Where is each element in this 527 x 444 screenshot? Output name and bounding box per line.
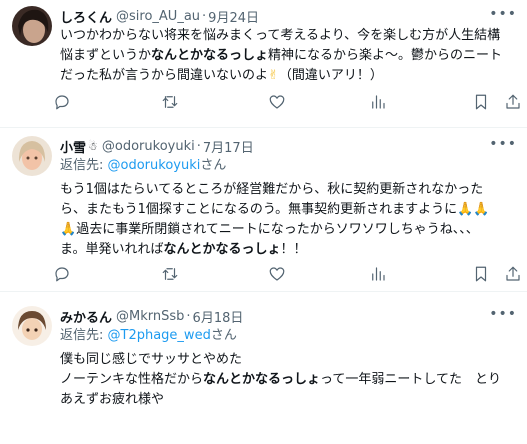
reply-context: 返信先: @odorukoyukiさん bbox=[60, 158, 227, 173]
text-line: 僕も同じ感じでサッサとやめた bbox=[60, 352, 243, 367]
tweet-text: 僕も同じ感じでサッサとやめた ノーテンキな性格だからなんとかなるっしょって一年弱… bbox=[60, 350, 517, 410]
tweet-text: いつかわからない将来を悩みまくって考えるより、今を楽しむ方が人生結構 悩まずとい… bbox=[60, 26, 517, 86]
avatar[interactable] bbox=[12, 136, 52, 176]
avatar-image bbox=[12, 6, 52, 46]
avatar[interactable] bbox=[12, 306, 52, 346]
display-name[interactable]: しろくん bbox=[60, 7, 112, 26]
highlight-text: なんとかなるっしょ bbox=[151, 48, 269, 63]
reply-icon[interactable] bbox=[52, 264, 72, 284]
folded-hands-emoji: 🙏🙏 bbox=[457, 202, 490, 217]
user-handle[interactable]: @odorukoyuki bbox=[102, 139, 195, 154]
highlight-text: なんとかなるっしょ bbox=[203, 372, 321, 387]
text-line: ま。単発いれればなんとかなるっしょ！！ bbox=[60, 242, 307, 257]
tweet-date[interactable]: 9月24日 bbox=[208, 7, 259, 26]
tweet-date[interactable]: 7月17日 bbox=[203, 137, 254, 156]
text-line: もう1個はたらいてるところが経営難だから、秋に契約更新されなかった bbox=[60, 182, 484, 197]
tweet[interactable]: しろくん @siro_AU_au · 9月24日 ••• いつかわからない将来を… bbox=[0, 0, 527, 128]
tweet[interactable]: 小雪 ☃ @odorukoyuki · 7月17日 ••• 返信先: @odor… bbox=[0, 128, 527, 292]
tweet-text: もう1個はたらいてるところが経営難だから、秋に契約更新されなかった ら、またもう… bbox=[60, 180, 517, 260]
tweet[interactable]: みかるん @MkrnSsb · 6月18日 ••• 返信先: @T2phage_… bbox=[0, 292, 527, 444]
share-icon[interactable] bbox=[503, 264, 523, 284]
separator-dot: · bbox=[196, 138, 201, 154]
user-handle[interactable]: @MkrnSsb bbox=[116, 309, 184, 324]
text-line: だった私が言うから間違いないのよ✌（間違いアリ！） bbox=[60, 66, 517, 86]
text-line: いつかわからない将来を悩みまくって考えるより、今を楽しむ方が人生結構 bbox=[60, 28, 501, 43]
retweet-icon[interactable] bbox=[160, 264, 180, 284]
text-line: ら、またもう1個探すことになるのう。無事契約更新されますように🙏🙏 bbox=[60, 200, 517, 220]
share-icon[interactable] bbox=[503, 92, 523, 112]
separator-dot: · bbox=[202, 8, 207, 24]
display-name[interactable]: みかるん bbox=[60, 307, 112, 326]
reply-mention-link[interactable]: @T2phage_wed bbox=[108, 328, 211, 343]
more-icon[interactable]: ••• bbox=[489, 136, 517, 152]
tweet-header: 小雪 ☃ @odorukoyuki · 7月17日 bbox=[60, 136, 517, 156]
avatar[interactable] bbox=[12, 6, 52, 46]
tweet-header: みかるん @MkrnSsb · 6月18日 bbox=[60, 306, 517, 326]
views-icon[interactable] bbox=[368, 92, 388, 112]
victory-hand-emoji: ✌ bbox=[268, 68, 279, 83]
like-icon[interactable] bbox=[267, 264, 287, 284]
bookmark-icon[interactable] bbox=[471, 264, 491, 284]
text-line: 🙏過去に事業所閉鎖されてニートになったからソワソワしちゃうね、、、 bbox=[60, 220, 517, 240]
text-line: あえずお疲れ様や bbox=[60, 392, 165, 407]
views-icon[interactable] bbox=[368, 264, 388, 284]
like-icon[interactable] bbox=[267, 92, 287, 112]
text-line: 悩まずというかなんとかなるっしょ精神になるから楽よ～。鬱からのニート bbox=[60, 48, 503, 63]
avatar-image bbox=[12, 136, 52, 176]
folded-hands-emoji: 🙏 bbox=[60, 222, 77, 237]
bookmark-icon[interactable] bbox=[471, 92, 491, 112]
retweet-icon[interactable] bbox=[160, 92, 180, 112]
user-handle[interactable]: @siro_AU_au bbox=[116, 9, 200, 24]
separator-dot: · bbox=[186, 308, 191, 324]
highlight-text: なんとかなるっしょ bbox=[163, 242, 281, 257]
text-line: ノーテンキな性格だからなんとかなるっしょって一年弱ニートしてた とり bbox=[60, 372, 501, 387]
more-icon[interactable]: ••• bbox=[489, 6, 517, 22]
reply-icon[interactable] bbox=[52, 92, 72, 112]
snowman-emoji: ☃ bbox=[88, 139, 98, 153]
more-icon[interactable]: ••• bbox=[489, 306, 517, 322]
reply-mention-link[interactable]: @odorukoyuki bbox=[108, 158, 201, 173]
reply-context: 返信先: @T2phage_wedさん bbox=[60, 328, 237, 343]
tweet-header: しろくん @siro_AU_au · 9月24日 bbox=[60, 6, 517, 26]
tweet-date[interactable]: 6月18日 bbox=[193, 307, 244, 326]
avatar-image bbox=[12, 306, 52, 346]
display-name[interactable]: 小雪 bbox=[60, 137, 86, 156]
